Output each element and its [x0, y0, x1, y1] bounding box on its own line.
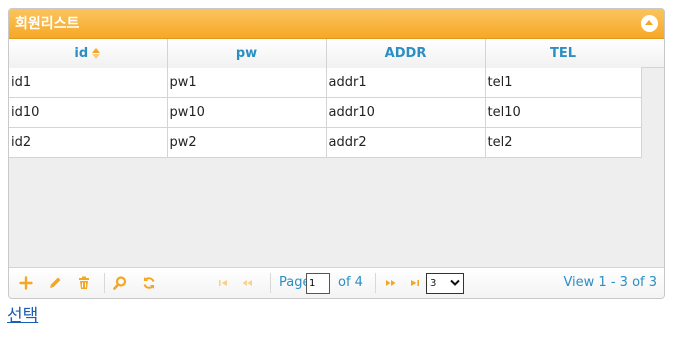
search-icon[interactable] [111, 274, 129, 292]
select-link[interactable]: 선택 [7, 301, 38, 326]
rows-per-page-value: 3 [430, 278, 437, 289]
refresh-icon[interactable] [140, 274, 158, 292]
collapse-toggle-icon[interactable] [641, 15, 658, 32]
grid-body: id1 pw1 addr1 tel1 id10 pw10 addr10 tel1… [9, 68, 642, 158]
column-header-pw[interactable]: pw [167, 39, 327, 69]
table-row[interactable]: id10 pw10 addr10 tel10 [9, 97, 642, 128]
cell-addr: addr1 [326, 68, 486, 98]
edit-icon[interactable] [46, 274, 64, 292]
sort-asc-icon[interactable] [92, 48, 101, 59]
cell-tel: tel10 [485, 97, 642, 128]
cell-id: id10 [9, 97, 168, 128]
column-header-label: pw [235, 46, 258, 61]
rows-per-page-select[interactable]: 3 [426, 273, 464, 294]
page-count: of 4 [338, 275, 363, 290]
add-icon[interactable] [17, 274, 35, 292]
table-row[interactable]: id2 pw2 addr2 tel2 [9, 127, 642, 158]
cell-tel: tel1 [485, 68, 642, 98]
pager-separator [104, 273, 105, 293]
grid-caption: 회원리스트 [9, 9, 664, 39]
page-number-input[interactable] [306, 273, 330, 294]
chevron-down-icon [450, 279, 460, 286]
column-header-tel[interactable]: TEL [485, 39, 642, 69]
cell-id: id2 [9, 127, 168, 158]
cell-pw: pw1 [167, 68, 327, 98]
column-header-label: id [74, 46, 89, 61]
cell-addr: addr2 [326, 127, 486, 158]
first-page-icon[interactable] [214, 274, 232, 292]
prev-page-icon[interactable] [238, 274, 256, 292]
member-list-grid: 회원리스트 id pw ADDR TEL id1 pw1 addr1 tel1 … [8, 8, 665, 299]
record-info: View 1 - 3 of 3 [563, 275, 657, 290]
column-header-label: TEL [549, 46, 577, 61]
cell-addr: addr10 [326, 97, 486, 128]
cell-pw: pw10 [167, 97, 327, 128]
delete-icon[interactable] [75, 274, 93, 292]
cell-tel: tel2 [485, 127, 642, 158]
table-row[interactable]: id1 pw1 addr1 tel1 [9, 68, 642, 98]
column-header-id[interactable]: id [9, 39, 168, 69]
header-scroll-filler [641, 39, 664, 68]
last-page-icon[interactable] [406, 274, 424, 292]
grid-pager: Page of 4 3 View 1 - 3 of 3 [9, 267, 664, 298]
grid-header: id pw ADDR TEL [9, 39, 642, 69]
column-header-label: ADDR [384, 46, 427, 61]
grid-title: 회원리스트 [15, 16, 80, 32]
column-header-addr[interactable]: ADDR [326, 39, 486, 69]
pager-separator [270, 273, 271, 293]
cell-id: id1 [9, 68, 168, 98]
cell-pw: pw2 [167, 127, 327, 158]
next-page-icon[interactable] [382, 274, 400, 292]
pager-separator [375, 273, 376, 293]
